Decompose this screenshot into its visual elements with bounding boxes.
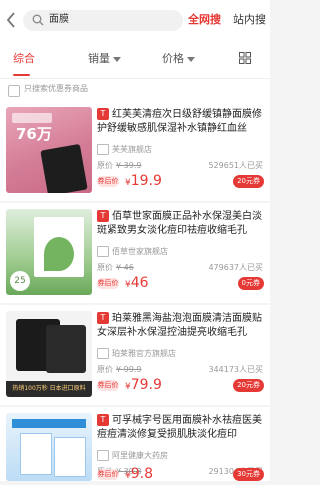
price-value: 46 [130,275,149,291]
product-image-text: 25 [10,271,30,291]
final-price: ¥79.9 [125,377,162,396]
shop-name: 芙芙旗舰店 [97,144,152,156]
shop-name-text: 佰草世家旗舰店 [112,247,168,256]
product-image: 25 [6,209,92,295]
tab-price[interactable]: 价格 [162,50,195,68]
tmall-icon: T [97,108,109,120]
product-title-text: 可孚械字号医用面膜补水祛痘医美痘痘清淡修复受损肌肤淡化痘印 [97,415,262,440]
store-icon [97,144,109,155]
tmall-icon: T [97,312,109,324]
grid-view-icon[interactable] [239,52,251,64]
product-title: T 珀莱雅黑海盐泡泡面膜清洁面膜贴女深层补水保湿控油提亮收缩毛孔 [97,312,265,346]
scope-all-tab[interactable]: 全网搜 [188,12,221,28]
tmall-icon: T [97,414,109,426]
price-badge: 券后价 [97,176,119,187]
product-card[interactable]: 热销100万秒 日本进口原料 T 珀莱雅黑海盐泡泡面膜清洁面膜贴女深层补水保湿控油… [0,305,270,405]
orig-price-value: ¥ 46 [116,263,134,272]
shop-name: 珀莱雅官方旗舰店 [97,348,176,360]
shop-name: 佰草世家旗舰店 [97,246,168,258]
orig-label: 原价 [97,263,113,272]
sales-count: 529651人已买 [208,161,263,170]
product-card[interactable]: T可孚械字号医用面膜补水祛痘医美痘痘清淡修复受损肌肤淡化痘印 阿里健康大药房 原… [0,407,270,482]
product-title: T 可孚械字号医用面膜补水祛痘医美痘痘清淡修复受损肌肤淡化痘印 [97,414,265,448]
store-icon [97,348,109,359]
final-price: ¥9.8 [125,466,153,485]
shop-name: 阿里健康大药房 [97,450,168,462]
coupon-filter-label: 只搜索优惠券商品 [24,84,88,93]
product-title: T 红芙芙清痘次日级舒缓镇静面膜修护舒缓敏感肌保湿补水镇静红血丝 [97,108,265,142]
scope-site-tab[interactable]: 站内搜 [233,12,266,28]
final-price: ¥46 [125,275,149,294]
product-card[interactable]: 25 T 佰草世家面膜正品补水保湿美白淡斑紧致男女淡化痘印祛痘收缩毛孔 佰草世家旗… [0,203,270,303]
sales-count: 479637人已买 [208,263,263,272]
orig-price-value: ¥ 39.9 [116,161,142,170]
orig-price-value: ¥ 99.9 [116,365,142,374]
product-title-text: 珀莱雅黑海盐泡泡面膜清洁面膜贴女深层补水保湿控油提亮收缩毛孔 [97,313,262,338]
product-title: T 佰草世家面膜正品补水保湿美白淡斑紧致男女淡化痘印祛痘收缩毛孔 [97,210,265,244]
original-price: 原价 ¥ 46 [97,262,134,274]
product-image [6,413,92,481]
price-value: 79.9 [130,377,162,393]
product-image: 76万 [6,107,92,193]
sort-tabs: 综合 销量 价格 [0,42,270,78]
sort-arrow-icon [187,56,195,62]
price-badge: 券后价 [97,278,119,289]
back-button[interactable] [5,11,21,29]
price-badge: 券后价 [97,380,119,391]
coupon-badge[interactable]: 30元券 [233,468,264,481]
orig-label: 原价 [97,161,113,170]
tmall-icon: T [97,210,109,222]
tab-label: 综合 [13,52,35,65]
store-icon [97,450,109,461]
tab-label: 销量 [88,52,110,65]
coupon-badge[interactable]: 0元券 [237,277,264,290]
top-bar: 面膜 全网搜 站内搜 [0,0,270,42]
shop-name-text: 珀莱雅官方旗舰店 [112,349,176,358]
product-title-text: 佰草世家面膜正品补水保湿美白淡斑紧致男女淡化痘印祛痘收缩毛孔 [97,211,262,236]
shop-name-text: 阿里健康大药房 [112,451,168,460]
price-badge: 券后价 [97,469,119,480]
price-value: 19.9 [130,173,162,189]
product-image-text: 热销100万秒 日本进口原料 [6,381,92,397]
shop-name-text: 芙芙旗舰店 [112,145,152,154]
search-input[interactable]: 面膜 [49,13,69,27]
sort-arrow-icon [113,56,121,62]
orig-label: 原价 [97,365,113,374]
coupon-badge[interactable]: 20元券 [233,379,264,392]
chevron-left-icon [6,12,15,28]
coupon-filter[interactable]: 只搜索优惠券商品 [0,78,270,101]
original-price: 原价 ¥ 99.9 [97,364,141,376]
store-icon [97,246,109,257]
original-price: 原价 ¥ 39.9 [97,160,141,172]
tab-sales[interactable]: 销量 [88,50,121,68]
product-image-text: 76万 [16,125,52,143]
product-title-text: 红芙芙清痘次日级舒缓镇静面膜修护舒缓敏感肌保湿补水镇静红血丝 [97,109,262,134]
search-icon [32,14,44,26]
tab-comprehensive[interactable]: 综合 [13,50,35,68]
sales-count: 344173人已买 [208,365,263,374]
active-tab-indicator [13,74,30,76]
coupon-badge[interactable]: 20元券 [233,175,264,188]
product-card[interactable]: 76万 T 红芙芙清痘次日级舒缓镇静面膜修护舒缓敏感肌保湿补水镇静红血丝 芙芙旗舰… [0,101,270,201]
tab-label: 价格 [162,52,184,65]
coupon-checkbox[interactable] [8,85,20,97]
final-price: ¥19.9 [125,173,162,192]
search-box[interactable]: 面膜 [23,10,183,31]
product-image: 热销100万秒 日本进口原料 [6,311,92,397]
